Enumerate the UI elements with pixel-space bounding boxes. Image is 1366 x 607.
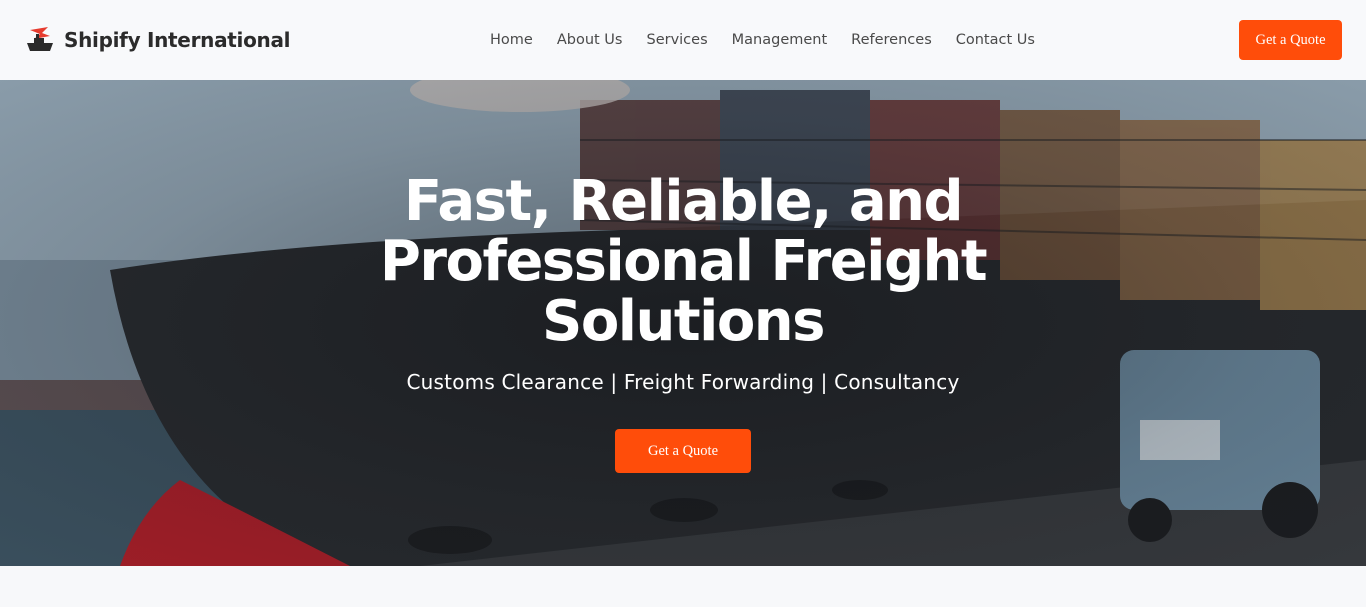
nav-home[interactable]: Home bbox=[478, 29, 545, 51]
hero-get-quote-button[interactable]: Get a Quote bbox=[615, 429, 751, 473]
next-section bbox=[0, 566, 1366, 607]
main-nav: Home About Us Services Management Refere… bbox=[478, 29, 1047, 51]
brand[interactable]: Shipify International bbox=[24, 24, 291, 56]
nav-about-us[interactable]: About Us bbox=[545, 29, 635, 51]
nav-references[interactable]: References bbox=[839, 29, 944, 51]
nav-contact-us[interactable]: Contact Us bbox=[944, 29, 1047, 51]
nav-services[interactable]: Services bbox=[634, 29, 719, 51]
site-header: Shipify International Home About Us Serv… bbox=[0, 0, 1366, 80]
hero-content: Fast, Reliable, and Professional Freight… bbox=[0, 80, 1366, 566]
hero-title: Fast, Reliable, and Professional Freight… bbox=[379, 169, 988, 354]
ship-logo-icon bbox=[27, 27, 53, 51]
hero-section: Fast, Reliable, and Professional Freight… bbox=[0, 80, 1366, 566]
brand-name: Shipify International bbox=[64, 28, 291, 52]
hero-subtitle: Customs Clearance | Freight Forwarding |… bbox=[406, 370, 960, 394]
header-get-quote-button[interactable]: Get a Quote bbox=[1239, 20, 1342, 60]
nav-management[interactable]: Management bbox=[720, 29, 840, 51]
